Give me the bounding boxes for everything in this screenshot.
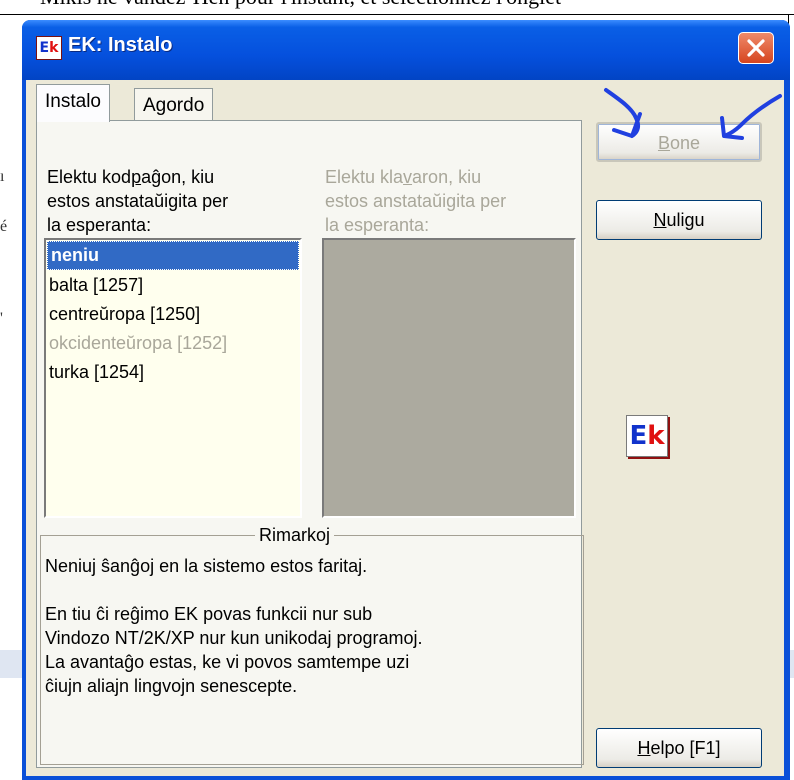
annotation-arrow-left-icon (604, 88, 642, 138)
tab-instalo[interactable]: Instalo (36, 84, 110, 122)
annotation-arrows (604, 88, 782, 140)
annotation-arrow-right-icon (720, 94, 782, 140)
tab-label: Instalo (45, 91, 101, 112)
